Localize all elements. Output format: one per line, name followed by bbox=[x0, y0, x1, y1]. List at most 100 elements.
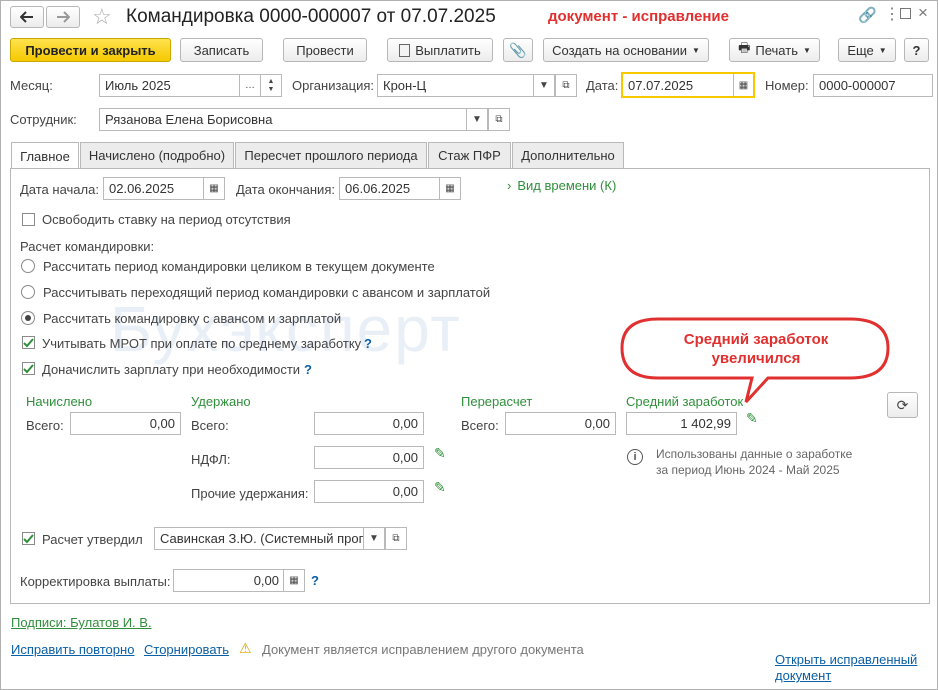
radio-full-period[interactable] bbox=[21, 259, 35, 273]
radio-with-advance-salary-label: Рассчитать командировку с авансом и зарп… bbox=[43, 311, 342, 326]
topup-label: Доначислить зарплату при необходимости bbox=[42, 362, 301, 377]
recalc-total-field[interactable]: 0,00 bbox=[505, 412, 616, 435]
time-type-link[interactable]: › Вид времени (К) bbox=[507, 178, 616, 193]
mrot-checkbox[interactable] bbox=[22, 336, 35, 349]
save-button[interactable]: Записать bbox=[180, 38, 263, 62]
more-button[interactable]: Еще ▼ bbox=[838, 38, 896, 62]
stepper-up-icon[interactable]: ▲ bbox=[268, 78, 275, 86]
average-earnings-edit-pencil-icon[interactable]: ✎ bbox=[746, 410, 758, 427]
stepper-down-icon[interactable]: ▼ bbox=[268, 86, 275, 94]
tab-accrued-detailed[interactable]: Начислено (подробно) bbox=[80, 142, 234, 168]
payment-adjustment-calculator-button[interactable]: ▦ bbox=[283, 569, 305, 592]
accrued-header: Начислено bbox=[26, 394, 93, 409]
pay-button-label: Выплатить bbox=[415, 42, 481, 58]
tab-recalc-past-period[interactable]: Пересчет прошлого периода bbox=[235, 142, 427, 168]
employee-dropdown-button[interactable]: ▼ bbox=[466, 108, 488, 131]
tab-additional[interactable]: Дополнительно bbox=[512, 142, 624, 168]
topup-checkbox[interactable] bbox=[22, 362, 35, 375]
document-status-note: документ - исправление bbox=[548, 8, 729, 25]
radio-transitional-period[interactable] bbox=[21, 285, 35, 299]
month-input[interactable]: Июль 2025 bbox=[99, 74, 240, 97]
ndfl-edit-pencil-icon[interactable]: ✎ bbox=[434, 445, 446, 462]
checkmark-icon bbox=[23, 364, 34, 374]
radio-with-advance-salary[interactable] bbox=[21, 311, 35, 325]
end-date-calendar-button[interactable]: ▦ bbox=[439, 177, 461, 200]
free-rate-label: Освободить ставку на период отсутствия bbox=[42, 212, 291, 227]
dropdown-arrow-icon: ▼ bbox=[691, 45, 700, 55]
month-select-button[interactable]: … bbox=[239, 74, 261, 97]
back-button[interactable] bbox=[10, 6, 44, 28]
free-rate-checkbox[interactable] bbox=[22, 213, 35, 226]
post-and-close-button[interactable]: Провести и закрыть bbox=[10, 38, 171, 62]
other-deductions-label: Прочие удержания: bbox=[191, 486, 309, 501]
tab-pfr-service[interactable]: Стаж ПФР bbox=[428, 142, 511, 168]
tab-main[interactable]: Главное bbox=[11, 142, 79, 169]
employee-input[interactable]: Рязанова Елена Борисовна bbox=[99, 108, 468, 131]
chevron-right-icon: › bbox=[507, 178, 512, 193]
checkmark-icon bbox=[23, 338, 34, 348]
average-earnings-field[interactable]: 1 402,99 bbox=[626, 412, 737, 435]
withheld-total-field[interactable]: 0,00 bbox=[314, 412, 424, 435]
other-deductions-edit-pencil-icon[interactable]: ✎ bbox=[434, 479, 446, 496]
month-stepper[interactable]: ▲ ▼ bbox=[260, 74, 282, 97]
accrued-total-field[interactable]: 0,00 bbox=[70, 412, 181, 435]
end-date-label: Дата окончания: bbox=[236, 182, 335, 197]
radio-transitional-period-label: Рассчитывать переходящий период командир… bbox=[43, 285, 491, 300]
arrow-left-icon bbox=[20, 11, 33, 23]
window-title: Командировка 0000-000007 от 07.07.2025 bbox=[126, 6, 496, 27]
printer-icon: 🖶 bbox=[738, 40, 751, 55]
forward-button[interactable] bbox=[46, 6, 80, 28]
pay-button[interactable]: Выплатить bbox=[387, 38, 493, 62]
open-fixed-document-link-line1[interactable]: Открыть исправленный bbox=[775, 652, 917, 667]
payment-adjustment-field[interactable]: 0,00 bbox=[173, 569, 285, 592]
organization-dropdown-button[interactable]: ▼ bbox=[533, 74, 555, 97]
other-deductions-field[interactable]: 0,00 bbox=[314, 480, 424, 503]
date-input[interactable]: 07.07.2025 bbox=[621, 72, 735, 98]
attach-button[interactable]: 📎 bbox=[503, 38, 533, 62]
link-icon[interactable]: 🔗 bbox=[858, 6, 877, 24]
payment-adjustment-help-icon[interactable]: ? bbox=[311, 573, 319, 588]
arrow-right-icon bbox=[57, 11, 70, 23]
withheld-total-label: Всего: bbox=[191, 418, 229, 433]
approved-by-input[interactable]: Савинская З.Ю. (Системный прог bbox=[154, 527, 365, 550]
ndfl-field[interactable]: 0,00 bbox=[314, 446, 424, 469]
signatures-link[interactable]: Подписи: Булатов И. В. bbox=[11, 615, 152, 630]
employee-open-button[interactable]: ⧉ bbox=[488, 108, 510, 131]
reverse-link[interactable]: Сторнировать bbox=[144, 642, 229, 657]
month-label: Месяц: bbox=[10, 78, 53, 93]
approved-label: Расчет утвердил bbox=[42, 532, 143, 547]
start-date-label: Дата начала: bbox=[20, 182, 99, 197]
info-icon: i bbox=[627, 449, 643, 465]
mrot-help-icon[interactable]: ? bbox=[364, 336, 372, 351]
time-type-label: Вид времени (К) bbox=[517, 178, 617, 193]
print-button[interactable]: 🖶 Печать ▼ bbox=[729, 38, 820, 62]
fix-again-link[interactable]: Исправить повторно bbox=[11, 642, 134, 657]
post-button[interactable]: Провести bbox=[283, 38, 367, 62]
topup-help-icon[interactable]: ? bbox=[304, 362, 312, 377]
start-date-calendar-button[interactable]: ▦ bbox=[203, 177, 225, 200]
date-calendar-button[interactable]: ▦ bbox=[733, 72, 755, 98]
approved-checkbox[interactable] bbox=[22, 532, 35, 545]
correction-warning-text: Документ является исправлением другого д… bbox=[262, 642, 584, 657]
calendar-icon: ▦ bbox=[209, 183, 219, 194]
open-fixed-document-link-line2[interactable]: документ bbox=[775, 668, 831, 683]
menu-dots-icon[interactable]: ⋮ bbox=[884, 4, 900, 24]
create-based-button[interactable]: Создать на основании ▼ bbox=[543, 38, 709, 62]
organization-open-button[interactable]: ⧉ bbox=[555, 74, 577, 97]
end-date-input[interactable]: 06.06.2025 bbox=[339, 177, 441, 200]
maximize-icon[interactable] bbox=[900, 8, 911, 19]
calc-mode-label: Расчет командировки: bbox=[20, 239, 155, 254]
approved-by-open-button[interactable]: ⧉ bbox=[385, 527, 407, 550]
close-icon[interactable]: × bbox=[918, 3, 928, 23]
number-input[interactable]: 0000-000007 bbox=[813, 74, 933, 97]
checkmark-icon bbox=[23, 534, 34, 544]
more-button-label: Еще bbox=[847, 42, 874, 58]
document-icon bbox=[399, 43, 411, 57]
help-button[interactable]: ? bbox=[904, 38, 929, 62]
payment-adjustment-label: Корректировка выплаты: bbox=[20, 574, 171, 589]
start-date-input[interactable]: 02.06.2025 bbox=[103, 177, 205, 200]
organization-input[interactable]: Крон-Ц bbox=[377, 74, 535, 97]
favorite-star-icon[interactable]: ☆ bbox=[92, 4, 112, 30]
date-label: Дата: bbox=[586, 78, 619, 93]
approved-by-dropdown-button[interactable]: ▼ bbox=[363, 527, 385, 550]
